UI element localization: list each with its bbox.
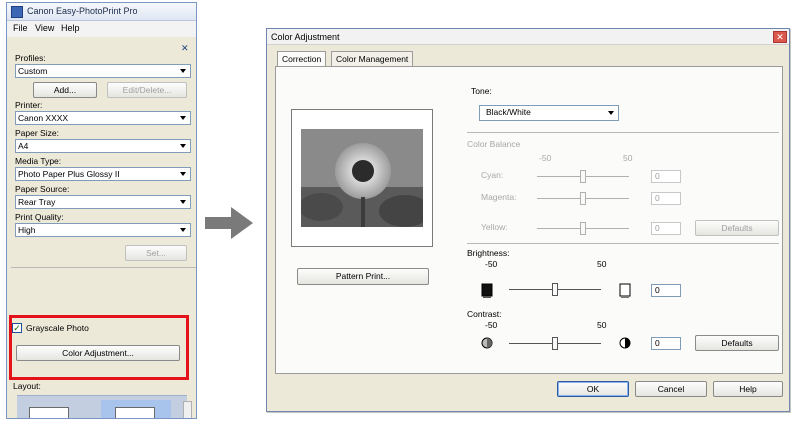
paper-size-value: A4 xyxy=(18,141,29,151)
color-balance-max-label: 50 xyxy=(623,153,633,163)
tab-correction[interactable]: Correction xyxy=(277,51,327,66)
magenta-slider-thumb[interactable] xyxy=(580,192,586,205)
menu-view[interactable]: View xyxy=(35,23,54,33)
contrast-max-label: 50 xyxy=(597,320,607,330)
pattern-print-button[interactable]: Pattern Print... xyxy=(297,268,429,285)
layout-thumbnail[interactable] xyxy=(29,407,69,418)
yellow-slider-thumb[interactable] xyxy=(580,222,586,235)
print-quality-label: Print Quality: xyxy=(15,212,64,222)
yellow-value-field[interactable]: 0 xyxy=(651,222,681,235)
menu-help[interactable]: Help xyxy=(61,23,80,33)
cancel-button[interactable]: Cancel xyxy=(635,381,707,397)
app-icon xyxy=(11,6,23,18)
set-button[interactable]: Set... xyxy=(125,245,187,261)
contrast-label: Contrast: xyxy=(467,309,502,319)
brightness-dark-icon xyxy=(481,283,493,298)
color-balance-label: Color Balance xyxy=(467,139,521,149)
cyan-value-field[interactable]: 0 xyxy=(651,170,681,183)
brightness-value-field[interactable]: 0 xyxy=(651,284,681,297)
contrast-min-label: -50 xyxy=(485,320,498,330)
color-adjustment-dialog: Color Adjustment ✕ Correction Color Mana… xyxy=(266,28,790,412)
chevron-down-icon xyxy=(180,116,186,120)
brightness-label: Brightness: xyxy=(467,248,510,258)
media-type-dropdown[interactable]: Photo Paper Plus Glossy II xyxy=(15,167,191,181)
color-balance-defaults-button[interactable]: Defaults xyxy=(695,220,779,236)
printer-dropdown[interactable]: Canon XXXX xyxy=(15,111,191,125)
window-title: Canon Easy-PhotoPrint Pro xyxy=(27,6,138,16)
paper-size-dropdown[interactable]: A4 xyxy=(15,139,191,153)
tone-value: Black/White xyxy=(486,107,531,117)
paper-size-label: Paper Size: xyxy=(15,128,59,138)
divider xyxy=(11,267,196,268)
collapse-icon[interactable]: ✕ xyxy=(181,43,191,53)
preview-image xyxy=(301,129,423,227)
yellow-label: Yellow: xyxy=(481,222,508,232)
layout-label: Layout: xyxy=(13,381,41,391)
contrast-value-field[interactable]: 0 xyxy=(651,337,681,350)
dialog-title-bar: Color Adjustment ✕ xyxy=(267,29,789,45)
magenta-value-field[interactable]: 0 xyxy=(651,192,681,205)
add-button[interactable]: Add... xyxy=(33,82,97,98)
layout-thumbnail[interactable] xyxy=(115,407,155,418)
contrast-slider-thumb[interactable] xyxy=(552,337,558,350)
highlight-box xyxy=(9,315,189,380)
media-type-label: Media Type: xyxy=(15,156,62,166)
profiles-label: Profiles: xyxy=(15,53,46,63)
chevron-down-icon xyxy=(180,172,186,176)
printer-value: Canon XXXX xyxy=(18,113,69,123)
brightness-min-label: -50 xyxy=(485,259,498,269)
menu-bar: File View Help xyxy=(7,21,196,37)
print-quality-value: High xyxy=(18,225,36,235)
divider xyxy=(467,132,779,133)
contrast-low-icon xyxy=(481,337,493,349)
help-button[interactable]: Help xyxy=(713,381,783,397)
magenta-label: Magenta: xyxy=(481,192,517,202)
chevron-down-icon xyxy=(180,200,186,204)
adjustment-defaults-button[interactable]: Defaults xyxy=(695,335,779,351)
close-icon[interactable]: ✕ xyxy=(773,31,787,43)
right-arrow-icon xyxy=(205,207,253,239)
brightness-max-label: 50 xyxy=(597,259,607,269)
cyan-slider-thumb[interactable] xyxy=(580,170,586,183)
profiles-value: Custom xyxy=(18,66,48,76)
paper-source-label: Paper Source: xyxy=(15,184,70,194)
chevron-down-icon xyxy=(180,144,186,148)
chevron-down-icon xyxy=(180,228,186,232)
divider xyxy=(467,243,779,244)
tab-color-management[interactable]: Color Management xyxy=(331,51,414,66)
tone-label: Tone: xyxy=(471,86,492,96)
profiles-dropdown[interactable]: Custom xyxy=(15,64,191,78)
media-type-value: Photo Paper Plus Glossy II xyxy=(18,169,120,179)
layout-scrollbar[interactable] xyxy=(183,401,192,418)
print-quality-dropdown[interactable]: High xyxy=(15,223,191,237)
paper-source-dropdown[interactable]: Rear Tray xyxy=(15,195,191,209)
brightness-slider-thumb[interactable] xyxy=(552,283,558,296)
menu-file[interactable]: File xyxy=(13,23,28,33)
dialog-title: Color Adjustment xyxy=(271,32,340,42)
printer-label: Printer: xyxy=(15,100,43,110)
title-bar: Canon Easy-PhotoPrint Pro xyxy=(7,3,196,21)
cyan-label: Cyan: xyxy=(481,170,504,180)
brightness-light-icon xyxy=(619,283,631,298)
tone-dropdown[interactable]: Black/White xyxy=(479,105,619,121)
chevron-down-icon xyxy=(608,111,614,115)
contrast-high-icon xyxy=(619,337,631,349)
ok-button[interactable]: OK xyxy=(557,381,629,397)
color-balance-min-label: -50 xyxy=(539,153,552,163)
edit-delete-button[interactable]: Edit/Delete... xyxy=(107,82,187,98)
paper-source-value: Rear Tray xyxy=(18,197,56,207)
chevron-down-icon xyxy=(180,69,186,73)
